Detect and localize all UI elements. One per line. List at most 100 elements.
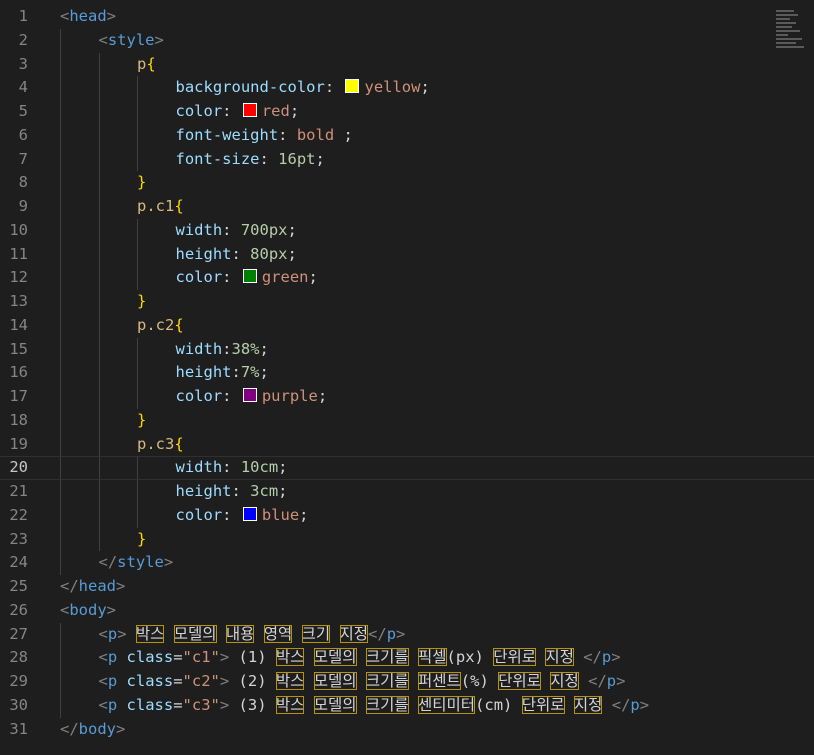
highlighted-text: 모델의 — [313, 672, 357, 690]
highlighted-text: 픽셀 — [418, 648, 447, 667]
highlighted-text: 센티미터 — [418, 695, 476, 714]
code-token: > — [611, 648, 621, 667]
code-token: class — [126, 648, 174, 667]
code-token: p — [137, 54, 147, 73]
indent-guide — [98, 385, 100, 409]
code-token: width — [175, 339, 223, 358]
minimap-line — [776, 34, 788, 36]
highlighted-text: 지정 — [339, 624, 369, 643]
indent-guide — [60, 290, 61, 314]
code-line[interactable]: 30 <p class="c3"> (3) 박스 모델의 크기를 센티미터(cm)… — [0, 693, 814, 718]
indent-guide — [98, 52, 100, 77]
code-token: color — [175, 102, 223, 120]
code-line[interactable]: 4 background-color: yellow; — [0, 76, 814, 100]
red-swatch[interactable] — [242, 103, 257, 117]
code-line[interactable]: 31 </body> — [0, 718, 814, 742]
highlighted-text: 지정 — [550, 672, 579, 690]
code-token: > — [154, 30, 164, 49]
code-token: width — [175, 458, 223, 477]
purple-swatch[interactable] — [242, 388, 257, 402]
code-line[interactable]: 22 color: blue; — [0, 503, 814, 528]
code-token: { — [174, 434, 184, 453]
code-line[interactable]: 8} — [0, 171, 814, 195]
line-number: 13 — [9, 292, 28, 310]
code-line[interactable]: 10 width: 700px; — [0, 218, 814, 243]
code-token: < — [60, 600, 70, 619]
line-number: 5 — [18, 102, 28, 120]
code-token: : — [231, 244, 251, 263]
code-token: font-size — [175, 149, 260, 168]
highlighted-text: 크기 — [301, 624, 331, 643]
code-line[interactable]: 3 p{ — [0, 52, 814, 77]
code-line[interactable]: 6 font-weight: bold ; — [0, 123, 814, 148]
code-line[interactable]: 15 width:38%; — [0, 337, 814, 362]
code-content: p.c3{ — [137, 433, 184, 457]
code-token: : — [278, 125, 297, 144]
code-line[interactable]: 28 <p class="c1"> (1) 박스 모델의 크기를 픽셀(px) 단… — [0, 646, 814, 670]
code-content: color: green; — [176, 266, 318, 290]
code-editor[interactable]: 1 <head> 2 <style> 3 p{4 background-color: yel… — [0, 5, 814, 741]
code-line[interactable]: 16 height:7%; — [0, 361, 814, 385]
indent-guide — [98, 123, 100, 148]
green-swatch[interactable] — [242, 269, 257, 284]
code-line[interactable]: 24 </style> — [0, 551, 814, 575]
yellow-swatch[interactable] — [345, 79, 360, 94]
line-number: 7 — [18, 149, 28, 168]
code-line[interactable]: 19 p.c3{ — [0, 432, 814, 457]
indent-guide — [60, 76, 61, 100]
code-line[interactable]: 11 height: 80px; — [0, 242, 814, 267]
code-token: "c2" — [182, 672, 220, 690]
code-line[interactable]: 27 <p> 박스 모델의 내용 영역 크기 지정</p> — [0, 622, 814, 647]
code-token: > — [106, 7, 117, 25]
code-line[interactable]: 29 <p class="c2"> (2) 박스 모델의 크기를 퍼센트(%) 단… — [0, 670, 814, 694]
line-number: 15 — [9, 339, 28, 358]
minimap[interactable] — [776, 8, 806, 68]
code-token: height — [175, 363, 232, 382]
code-line[interactable]: 25 </head> — [0, 575, 814, 599]
code-line[interactable]: 1 <head> — [0, 5, 814, 29]
code-line[interactable]: 5 color: red; — [0, 100, 814, 124]
code-line[interactable]: 20 width: 10cm; — [0, 456, 814, 480]
code-line[interactable]: 9 p.c1{ — [0, 195, 814, 219]
code-line[interactable]: 13} — [0, 290, 814, 314]
code-line[interactable]: 7 font-size: 16pt; — [0, 147, 814, 172]
code-content: } — [137, 528, 146, 552]
code-token: ; — [278, 458, 288, 477]
indent-guide — [60, 693, 61, 718]
code-line[interactable]: 17 color: purple; — [0, 385, 814, 409]
indent-guide — [60, 385, 61, 409]
minimap-line — [776, 38, 802, 40]
code-token: </ — [583, 648, 602, 667]
blue-swatch[interactable] — [242, 506, 257, 521]
code-line[interactable]: 12 color: green; — [0, 266, 814, 290]
line-number: 28 — [9, 648, 28, 667]
code-line[interactable]: 14 p.c2{ — [0, 313, 814, 338]
code-token: 3cm — [250, 482, 279, 500]
code-line[interactable]: 2 <style> — [0, 28, 814, 53]
highlighted-text: 모델의 — [313, 695, 357, 714]
code-token: = — [173, 648, 183, 667]
line-number: 11 — [9, 244, 28, 263]
code-content: width: 700px; — [176, 219, 297, 243]
code-line[interactable]: 23} — [0, 527, 814, 552]
highlighted-text: 모델의 — [173, 624, 217, 643]
code-content: </head> — [60, 575, 125, 599]
code-line[interactable]: 26 <body> — [0, 599, 814, 623]
code-line[interactable]: 21 height: 3cm; — [0, 480, 814, 504]
indent-guide — [60, 432, 61, 457]
line-number: 6 — [18, 125, 28, 144]
highlighted-text: 박스 — [275, 672, 305, 690]
line-number: 14 — [9, 315, 28, 334]
code-token: > — [219, 648, 230, 667]
indent-guide — [98, 171, 100, 195]
code-token: yellow — [364, 78, 421, 97]
code-token: (px) — [446, 648, 494, 667]
line-number: 18 — [9, 410, 28, 429]
code-line[interactable]: 18} — [0, 408, 814, 433]
